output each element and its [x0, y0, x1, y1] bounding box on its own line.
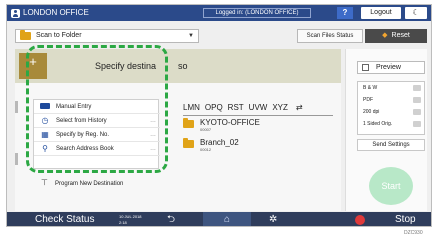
gear-icon[interactable]: ✲	[269, 212, 277, 226]
tab-divider	[183, 115, 333, 116]
setting-color: B & W	[363, 85, 378, 91]
scan-files-status-button[interactable]: Scan Files Status	[297, 29, 363, 43]
figure-code: DZC930	[404, 230, 423, 236]
setting-resolution: 200 dpi	[363, 109, 380, 115]
reset-button[interactable]: ◆ Reset	[365, 29, 427, 43]
highlight-frame	[26, 45, 168, 173]
file-type-icon	[413, 97, 421, 103]
setting-file-type: PDF	[363, 97, 373, 103]
help-button[interactable]: ?	[337, 7, 353, 19]
scroll-marker	[15, 101, 18, 113]
check-status-button[interactable]: Check Status	[35, 212, 94, 226]
back-icon[interactable]: ⮌	[167, 212, 175, 226]
reset-icon: ◆	[382, 32, 388, 39]
home-icon[interactable]: ⌂	[203, 212, 251, 226]
color-mode-icon	[413, 85, 421, 91]
time: 2:18	[119, 220, 127, 225]
destination-entry[interactable]: Branch_02 00012	[183, 138, 333, 154]
destination-number: 00007	[200, 127, 212, 132]
menu-item-label: Program New Destination	[55, 181, 124, 187]
destination-name: KYOTO-OFFICE	[200, 118, 260, 127]
tab-opq[interactable]: OPQ	[205, 103, 223, 115]
destination-number: 00012	[200, 147, 212, 152]
preview-checkbox[interactable]: Preview	[357, 61, 425, 74]
send-settings-button[interactable]: Send Settings	[357, 139, 425, 151]
folder-icon	[183, 138, 194, 148]
stop-icon[interactable]	[355, 215, 365, 225]
specify-suffix: so	[178, 61, 188, 71]
program-icon: ⊤	[41, 178, 48, 187]
folder-icon	[183, 118, 194, 128]
tab-uvw[interactable]: UVW	[249, 103, 268, 115]
checkbox-icon	[362, 64, 369, 71]
destination-name: Branch_02	[200, 138, 239, 147]
reset-label: Reset	[391, 32, 410, 39]
scroll-marker	[15, 153, 18, 165]
folder-icon	[20, 30, 31, 40]
chevron-down-icon: ▼	[188, 33, 194, 39]
tab-rst[interactable]: RST	[228, 103, 244, 115]
tab-xyz[interactable]: XYZ	[272, 103, 288, 115]
logout-button[interactable]: Logout	[361, 7, 401, 19]
bottom-bar: Check Status 10 JUL 2018 2:18 ⮌ ⌂ ✲ Stop	[7, 212, 431, 226]
destination-type-select[interactable]: Scan to Folder ▼	[15, 29, 199, 43]
index-tabs: LMN OPQ RST UVW XYZ ⇄	[183, 103, 303, 115]
office-name: LONDON OFFICE	[23, 8, 89, 17]
date-time: 10 JUL 2018 2:18	[119, 214, 142, 226]
user-icon	[11, 8, 20, 18]
preview-label: Preview	[376, 64, 401, 71]
start-button[interactable]: Start	[369, 167, 413, 205]
refresh-icon[interactable]: ⇄	[296, 103, 303, 115]
stop-button[interactable]: Stop	[395, 212, 416, 226]
tab-lmn[interactable]: LMN	[183, 103, 200, 115]
menu-item-program-new-destination[interactable]: ⊤ Program New Destination	[33, 177, 159, 191]
header-bar: LONDON OFFICE Logged in: (LONDON OFFICE)…	[7, 5, 431, 21]
energy-saver-button[interactable]: ☾	[405, 7, 427, 19]
destination-type-label: Scan to Folder	[36, 32, 82, 39]
original-icon	[413, 121, 421, 127]
scanner-screen: LONDON OFFICE Logged in: (LONDON OFFICE)…	[6, 4, 432, 227]
resolution-icon	[413, 109, 421, 115]
login-status: Logged in: (LONDON OFFICE)	[203, 8, 311, 18]
destination-entry[interactable]: KYOTO-OFFICE 00007	[183, 118, 333, 134]
office-label: LONDON OFFICE	[11, 7, 89, 19]
setting-original: 1 Sided Orig.	[363, 121, 393, 127]
